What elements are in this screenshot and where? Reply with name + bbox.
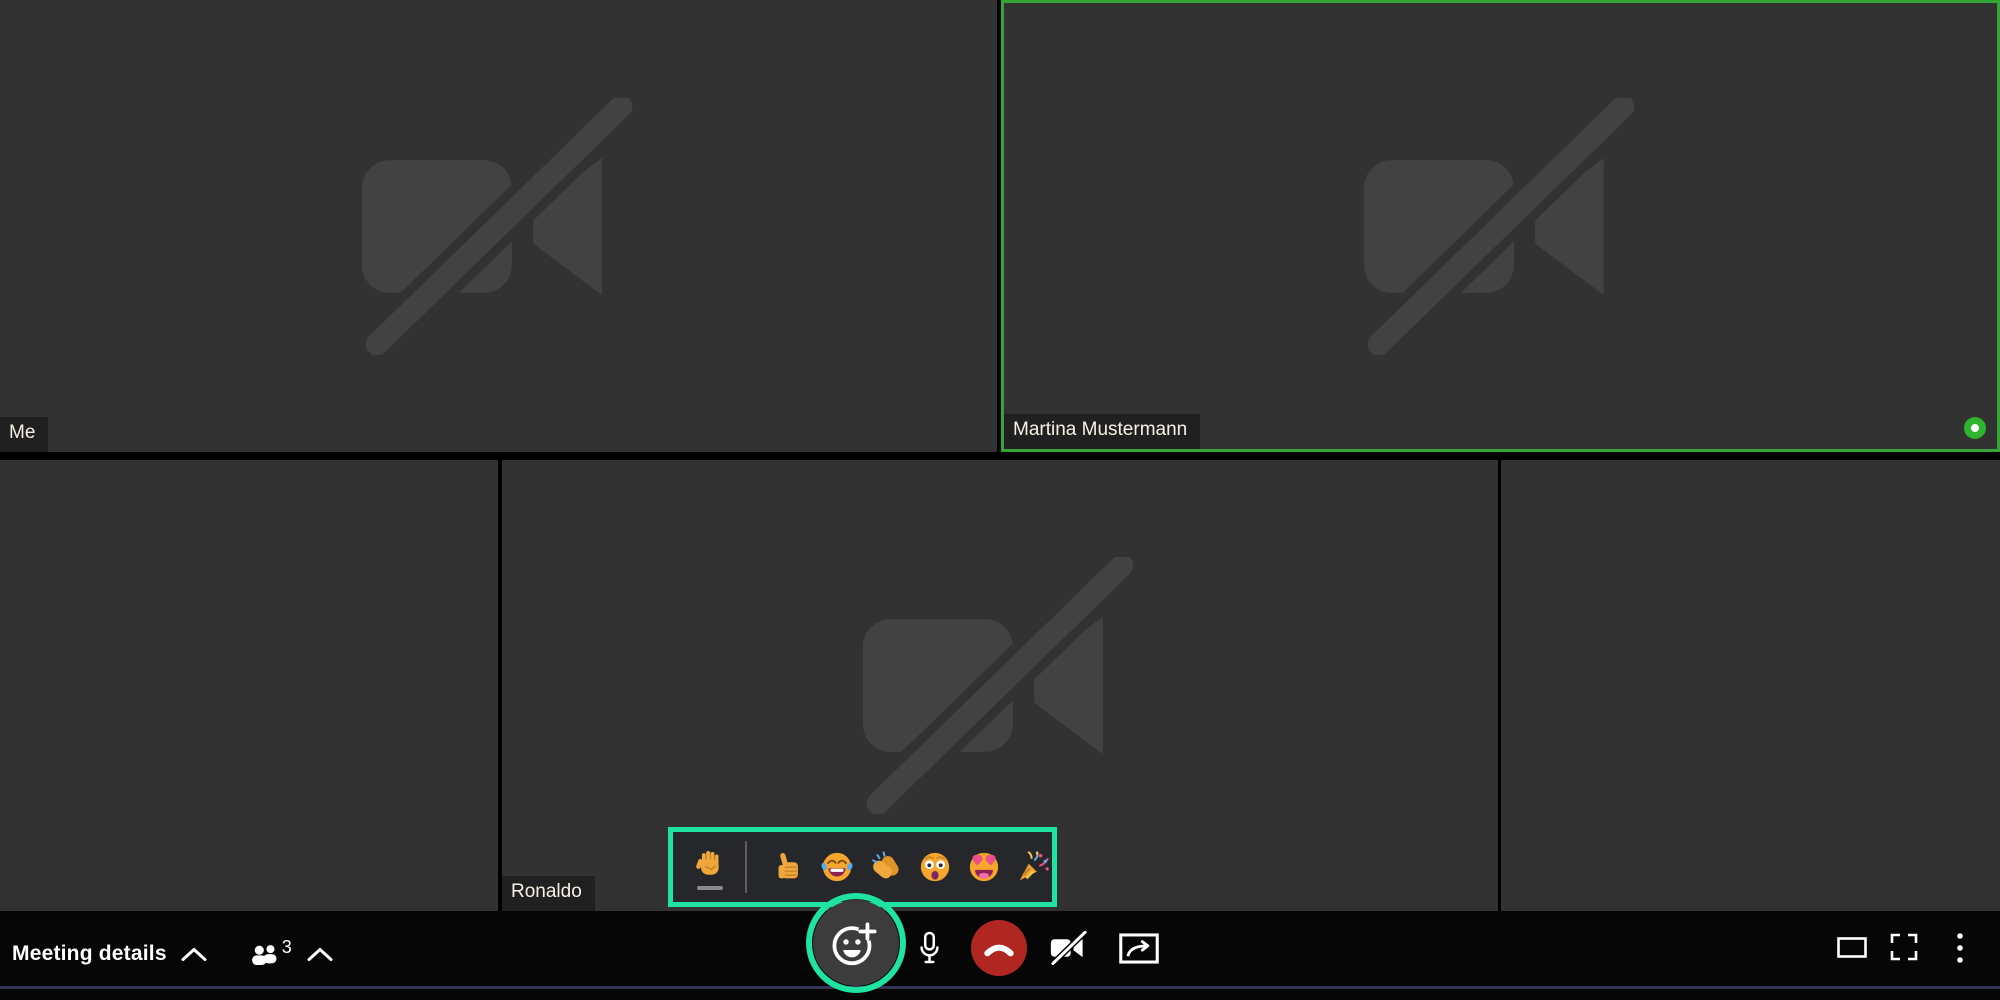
laughing-reaction-button[interactable] [820, 850, 854, 884]
microphone-button[interactable] [911, 928, 947, 968]
meeting-details-button[interactable]: Meeting details [12, 942, 208, 966]
video-tile-me[interactable]: Me [0, 0, 997, 452]
reactions-bar-highlight-annotation [668, 827, 1057, 907]
emoji-plus-icon [829, 916, 883, 970]
toolbar-bottom-divider [0, 986, 2000, 989]
thumbs-up-emoji-icon [771, 850, 805, 884]
meeting-details-label: Meeting details [12, 942, 167, 966]
participants-icon [250, 943, 281, 966]
party-popper-emoji-icon [1016, 850, 1050, 884]
surprised-reaction-button[interactable] [918, 850, 952, 884]
participants-count-badge: 3 [282, 937, 292, 958]
camera-off-icon [850, 557, 1150, 814]
more-options-button[interactable] [1952, 930, 1968, 966]
hangup-handset-icon [983, 939, 1015, 958]
stage-filler-left [0, 460, 498, 911]
microphone-icon [916, 930, 943, 966]
clapping-emoji-icon [869, 850, 903, 884]
stage-filler-right [1501, 460, 2000, 911]
video-tile-ronaldo[interactable]: Ronaldo [502, 460, 1498, 911]
camera-off-icon [349, 98, 649, 355]
camera-off-icon [1351, 98, 1651, 355]
surprised-emoji-icon [918, 850, 952, 884]
fullscreen-button[interactable] [1890, 933, 1918, 961]
fullscreen-icon [1890, 933, 1918, 961]
reactions-divider [745, 841, 747, 893]
video-tile-martina-mustermann[interactable]: Martina Mustermann [1001, 0, 2000, 452]
raise-hand-reaction-button[interactable] [687, 844, 733, 890]
hangup-button[interactable] [971, 920, 1027, 976]
speaking-indicator-dot [1964, 417, 1986, 439]
emoji-reactions-button[interactable] [813, 900, 899, 986]
heart-eyes-emoji-icon [967, 850, 1001, 884]
participant-name-label: Me [0, 417, 48, 452]
share-screen-icon [1119, 933, 1159, 964]
selected-reaction-underline [697, 886, 723, 890]
thumbs-up-reaction-button[interactable] [771, 850, 805, 884]
chevron-up-icon [180, 946, 208, 962]
tile-view-button[interactable] [1837, 937, 1867, 958]
party-popper-reaction-button[interactable] [1016, 850, 1050, 884]
toolbar-expand-button[interactable] [306, 946, 334, 962]
participant-name-label: Martina Mustermann [1004, 414, 1200, 449]
raise-hand-emoji-icon [695, 848, 726, 879]
heart-eyes-reaction-button[interactable] [967, 850, 1001, 884]
tile-view-icon [1837, 937, 1867, 958]
camera-off-button[interactable] [1049, 928, 1089, 968]
reactions-bar [673, 832, 1052, 902]
clapping-reaction-button[interactable] [869, 850, 903, 884]
kebab-menu-icon [1954, 931, 1966, 965]
meeting-window: Me Martina Mustermann Ronaldo [0, 0, 2000, 1000]
reactions-emoji-row [771, 850, 1050, 884]
participant-name-label: Ronaldo [502, 876, 595, 911]
participants-button[interactable]: 3 [250, 943, 292, 966]
chevron-up-icon [306, 946, 334, 962]
camera-off-icon [1049, 931, 1089, 965]
toolbar-left-group: Meeting details 3 [12, 911, 334, 997]
share-screen-button[interactable] [1119, 931, 1159, 965]
laughing-emoji-icon [820, 850, 854, 884]
